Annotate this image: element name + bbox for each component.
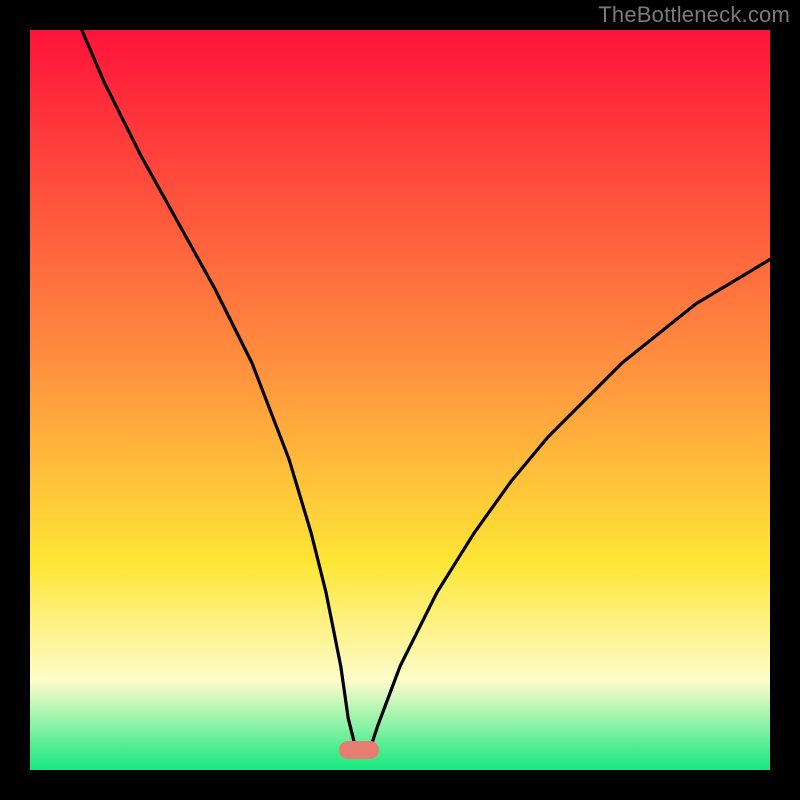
watermark-text: TheBottleneck.com xyxy=(598,2,790,28)
optimal-point-marker xyxy=(339,741,379,759)
chart-frame: TheBottleneck.com xyxy=(0,0,800,800)
gradient-background xyxy=(30,30,770,770)
bottleneck-plot xyxy=(30,30,770,770)
